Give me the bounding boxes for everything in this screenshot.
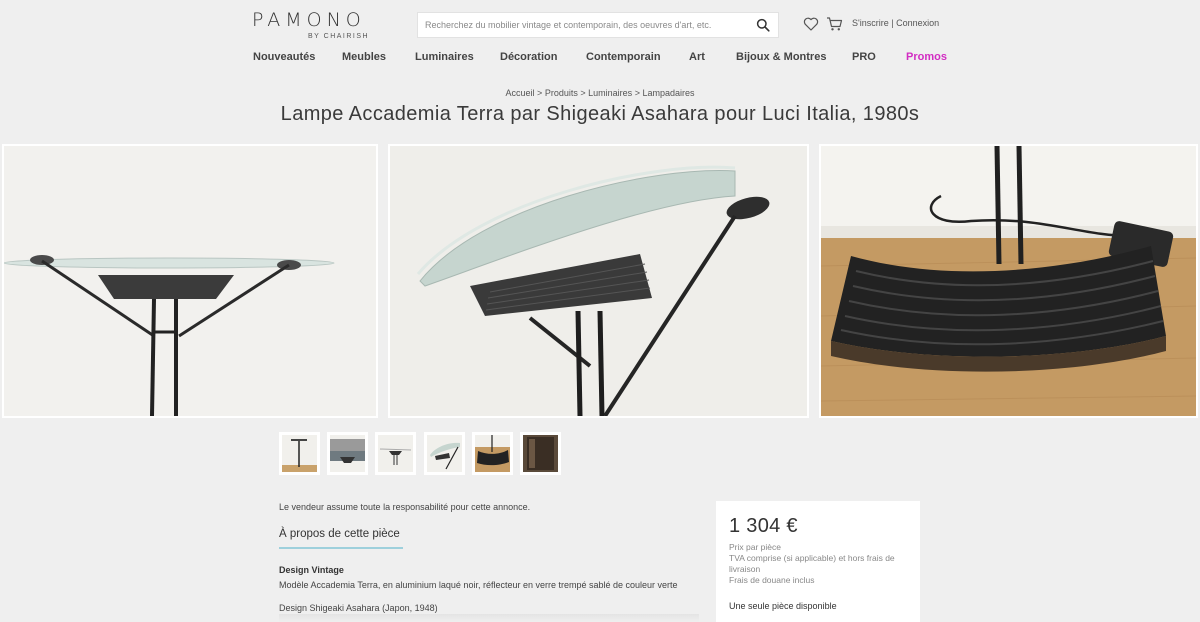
breadcrumb-accueil[interactable]: Accueil	[506, 88, 535, 98]
product-title: Lampe Accademia Terra par Shigeaki Asaha…	[280, 103, 920, 125]
product-photo-2[interactable]	[388, 144, 809, 418]
availability-text: Une seule pièce disponible	[729, 601, 837, 611]
design-heading: Design Vintage	[279, 565, 344, 575]
nav-bijoux-montres[interactable]: Bijoux & Montres	[736, 51, 826, 63]
breadcrumb-lampadaires[interactable]: Lampadaires	[642, 88, 694, 98]
thumbnail-6[interactable]	[520, 432, 561, 475]
nav-luminaires[interactable]: Luminaires	[415, 51, 474, 63]
seller-responsibility-note: Le vendeur assume toute la responsabilit…	[279, 502, 531, 512]
breadcrumb-separator: >	[580, 88, 586, 98]
logo-text: PAMONO	[252, 9, 366, 31]
account-links: S'inscrire | Connexion	[852, 18, 939, 28]
nav-meubles[interactable]: Meubles	[342, 51, 386, 63]
description-fade	[279, 614, 699, 622]
breadcrumb: Accueil > Produits > Luminaires > Lampad…	[0, 88, 1200, 98]
thumbnail-3[interactable]	[375, 432, 416, 475]
pamono-logo[interactable]: PAMONO BY CHAIRISH	[252, 10, 392, 42]
thumbnail-2[interactable]	[327, 432, 368, 475]
account-separator: |	[891, 18, 894, 28]
login-link[interactable]: Connexion	[896, 18, 939, 28]
search-icon[interactable]	[756, 18, 770, 32]
logo-subtitle: BY CHAIRISH	[308, 33, 370, 40]
nav-art[interactable]: Art	[689, 51, 705, 63]
cart-icon[interactable]	[826, 16, 843, 32]
nav-promos[interactable]: Promos	[906, 51, 947, 63]
thumbnail-4[interactable]	[424, 432, 465, 475]
thumbnail-1[interactable]	[279, 432, 320, 475]
about-tab-underline	[279, 547, 403, 549]
search-box	[417, 12, 779, 38]
heart-icon[interactable]	[803, 16, 819, 32]
about-section-heading[interactable]: À propos de cette pièce	[279, 528, 400, 540]
price-box: 1 304 € Prix par pièce TVA comprise (si …	[716, 501, 920, 622]
breadcrumb-luminaires[interactable]: Luminaires	[588, 88, 632, 98]
product-photo-1[interactable]	[2, 144, 378, 418]
breadcrumb-produits[interactable]: Produits	[545, 88, 578, 98]
search-input[interactable]	[418, 13, 748, 37]
vat-note: TVA comprise (si applicable) et hors fra…	[729, 553, 895, 574]
customs-note: Frais de douane inclus	[729, 575, 815, 585]
nav-nouveautes[interactable]: Nouveautés	[253, 51, 315, 63]
nav-contemporain[interactable]: Contemporain	[586, 51, 661, 63]
nav-decoration[interactable]: Décoration	[500, 51, 557, 63]
description-line-1: Modèle Accademia Terra, en aluminium laq…	[279, 580, 678, 590]
breadcrumb-separator: >	[634, 88, 640, 98]
product-photo-3[interactable]	[819, 144, 1198, 418]
site-header: PAMONO BY CHAIRISH S'inscrire | Connexio…	[0, 0, 1200, 78]
price-notes: Prix par pièce TVA comprise (si applicab…	[729, 542, 913, 586]
thumbnail-5[interactable]	[472, 432, 513, 475]
description-line-2: Design Shigeaki Asahara (Japon, 1948)	[279, 603, 438, 613]
breadcrumb-separator: >	[537, 88, 543, 98]
price-amount: 1 304 €	[729, 515, 798, 537]
nav-pro[interactable]: PRO	[852, 51, 876, 63]
signup-link[interactable]: S'inscrire	[852, 18, 889, 28]
price-per-piece-note: Prix par pièce	[729, 542, 781, 552]
